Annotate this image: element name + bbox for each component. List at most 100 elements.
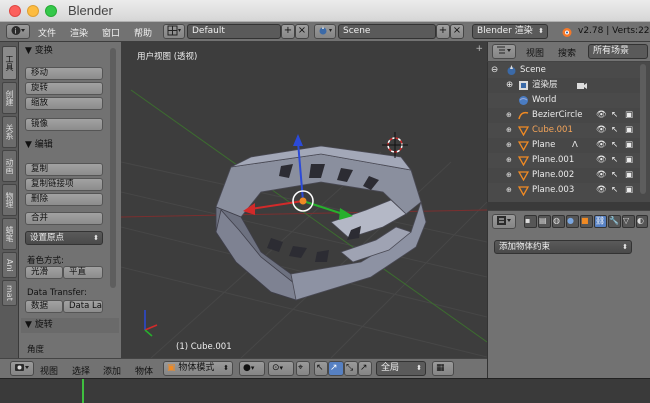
outliner-row-plane-003[interactable]: ⊕ Plane.003 👁 ↖ ▣ [488, 183, 646, 198]
3d-viewport[interactable]: 用户视图 (透视) (1) Cube.001 + [121, 42, 487, 358]
duplicate-linked-button[interactable]: 复制链接项 [25, 178, 103, 191]
manipulator-toggle[interactable]: ⌖ [296, 361, 310, 376]
outliner-row-cube-001[interactable]: ⊕ Cube.001 👁 ↖ ▣ [488, 123, 646, 138]
outliner-row-plane[interactable]: ⊕ Plane ⴷ 👁 ↖ ▣ [488, 138, 646, 153]
zoom-window-button[interactable] [45, 5, 57, 17]
select-arrow-icon[interactable]: ↖ [611, 153, 618, 168]
tab-mat[interactable]: mat [2, 280, 17, 306]
scene-field[interactable]: Scene [338, 24, 436, 39]
scale-manipulator-toggle[interactable]: ⤡ [344, 361, 358, 376]
scene-browse-button[interactable] [314, 24, 336, 39]
manipulator-space-toggle[interactable]: ↗ [358, 361, 372, 376]
material-tab-button[interactable]: ◐ [636, 215, 648, 228]
outliner-menu-search[interactable]: 搜索 [558, 46, 576, 59]
scene-tab-button[interactable]: ◍ [552, 215, 565, 228]
mirror-button[interactable]: 镜像 [25, 118, 103, 131]
timeline-current-frame-cursor[interactable] [82, 379, 84, 403]
constraints-tab-button[interactable]: ⛓ [594, 215, 607, 228]
editor-type-outliner-button[interactable] [492, 44, 516, 59]
z-axis-arrow[interactable] [293, 134, 303, 146]
tab-ani[interactable]: Ani [2, 252, 17, 278]
transform-orientation-select[interactable]: 全局 ⬍ [376, 361, 426, 376]
menu-help[interactable]: 帮助 [134, 26, 152, 39]
rotate-manipulator-toggle[interactable]: ↗ [328, 361, 344, 376]
tab-relations[interactable]: 关系 [2, 116, 17, 148]
select-arrow-icon[interactable]: ↖ [611, 168, 618, 183]
editor-type-info-button[interactable]: i [6, 24, 30, 39]
add-screen-button[interactable]: + [281, 24, 295, 39]
viewport-corner-plus-icon[interactable]: + [475, 44, 483, 54]
menu-render[interactable]: 渲染 [70, 26, 88, 39]
close-window-button[interactable] [9, 5, 21, 17]
duplicate-button[interactable]: 复制 [25, 163, 103, 176]
select-arrow-icon[interactable]: ↖ [611, 183, 618, 198]
outliner-scrollbar[interactable] [640, 64, 646, 194]
layers-button[interactable]: ▦ [432, 361, 454, 376]
shade-flat-button[interactable]: 平直 [63, 266, 103, 279]
outliner-row-plane-002[interactable]: ⊕ Plane.002 👁 ↖ ▣ [488, 168, 646, 183]
rotate-button[interactable]: 旋转 [25, 82, 103, 95]
render-camera-icon[interactable]: ▣ [625, 123, 633, 138]
data-transfer-button[interactable]: 数据 [25, 300, 63, 313]
timeline-area[interactable] [0, 378, 650, 403]
visibility-eye-icon[interactable]: 👁 [596, 108, 607, 123]
tab-physics[interactable]: 物理 [2, 184, 17, 216]
rotate-operator-panel-header[interactable]: ▼ 旋转 [21, 318, 119, 333]
outliner-menu-view[interactable]: 视图 [526, 46, 544, 59]
edit-panel-header[interactable]: ▼ 编辑 [21, 138, 119, 153]
add-scene-button[interactable]: + [436, 24, 450, 39]
tab-tools[interactable]: 工具 [2, 46, 17, 80]
render-camera-icon[interactable]: ▣ [625, 138, 633, 153]
delete-scene-button[interactable]: × [450, 24, 464, 39]
visibility-eye-icon[interactable]: 👁 [596, 153, 607, 168]
visibility-eye-icon[interactable]: 👁 [596, 183, 607, 198]
render-engine-select[interactable]: Blender 渲染 ⬍ [472, 24, 548, 39]
render-layers-tab-button[interactable]: ▤ [538, 215, 551, 228]
editor-type-3d-button[interactable] [10, 361, 34, 376]
menu-file[interactable]: 文件 [38, 26, 56, 39]
delete-screen-button[interactable]: × [295, 24, 309, 39]
screen-layout-browse-button[interactable] [163, 24, 185, 39]
viewport-scene[interactable] [121, 42, 487, 358]
screen-layout-field[interactable]: Default [187, 24, 281, 39]
render-camera-icon[interactable]: ▣ [625, 153, 633, 168]
data-layout-button[interactable]: Data La [63, 300, 103, 313]
outliner-row-world[interactable]: World [488, 93, 646, 108]
menu-view[interactable]: 视图 [40, 364, 58, 377]
minimize-window-button[interactable] [27, 5, 39, 17]
3d-cursor-icon[interactable] [382, 132, 408, 158]
world-tab-button[interactable]: ● [566, 215, 579, 228]
data-tab-button[interactable]: ▽ [622, 215, 635, 228]
outliner-row-beziercircle[interactable]: ⊕ BezierCircle 👁 ↖ ▣ [488, 108, 646, 123]
select-arrow-icon[interactable]: ↖ [611, 123, 618, 138]
render-tab-button[interactable]: ▪ [524, 215, 537, 228]
join-button[interactable]: 合并 [25, 212, 103, 225]
outliner-display-mode-select[interactable]: 所有场景 [588, 44, 648, 59]
menu-select[interactable]: 选择 [72, 364, 90, 377]
set-origin-dropdown[interactable]: 设置原点 ⬍ [25, 231, 103, 245]
add-object-constraint-dropdown[interactable]: 添加物体约束 ⬍ [494, 240, 632, 254]
shade-smooth-button[interactable]: 光滑 [25, 266, 63, 279]
interaction-mode-select[interactable]: ▣ 物体模式 ⬍ [163, 361, 233, 376]
translate-button[interactable]: 移动 [25, 67, 103, 80]
outliner-row-scene[interactable]: ⊖ Scene [488, 63, 646, 78]
object-tab-button[interactable]: ■ [580, 215, 593, 228]
render-camera-icon[interactable]: ▣ [625, 183, 633, 198]
menu-add[interactable]: 添加 [103, 364, 121, 377]
select-arrow-icon[interactable]: ↖ [611, 138, 618, 153]
pivot-point-select[interactable]: ⊙▾ [268, 361, 294, 376]
tool-shelf-scrollbar[interactable] [110, 48, 116, 288]
outliner-row-plane-001[interactable]: ⊕ Plane.001 👁 ↖ ▣ [488, 153, 646, 168]
menu-window[interactable]: 窗口 [102, 26, 120, 39]
visibility-eye-icon[interactable]: 👁 [596, 123, 607, 138]
scale-button[interactable]: 缩放 [25, 97, 103, 110]
tab-grease-pencil[interactable]: 蜡笔 [2, 218, 17, 250]
tab-animation[interactable]: 动画 [2, 150, 17, 182]
translate-manipulator-toggle[interactable]: ↖ [314, 361, 328, 376]
outliner-row-render-layers[interactable]: ⊕ 渲染层 [488, 78, 646, 93]
render-camera-icon[interactable]: ▣ [625, 168, 633, 183]
render-camera-icon[interactable]: ▣ [625, 108, 633, 123]
visibility-eye-icon[interactable]: 👁 [596, 138, 607, 153]
delete-button[interactable]: 删除 [25, 193, 103, 206]
tab-create[interactable]: 创建 [2, 82, 17, 114]
